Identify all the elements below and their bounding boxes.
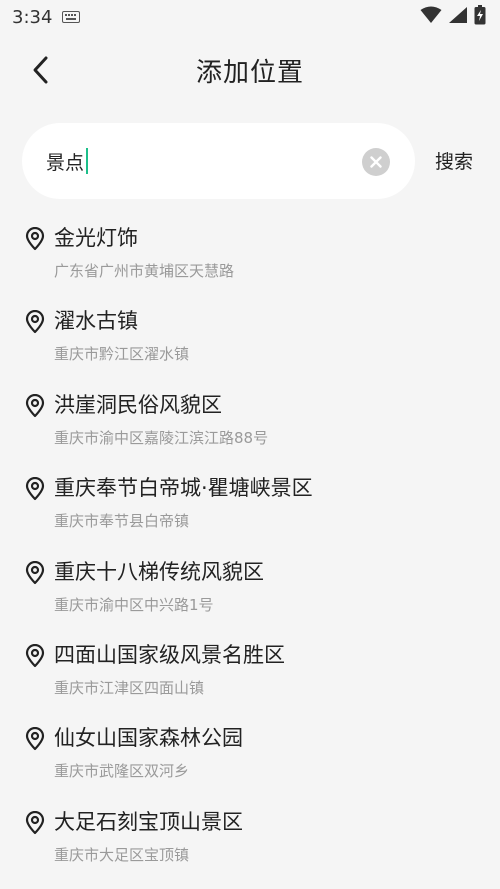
result-address: 重庆市渝中区中兴路1号 (54, 595, 214, 614)
search-input-value: 景点 (46, 151, 85, 174)
result-name: 四面山国家级风景名胜区 (54, 642, 285, 667)
search-input[interactable]: 景点 (22, 123, 415, 199)
location-pin-icon (24, 560, 46, 585)
keyboard-icon (62, 8, 81, 27)
battery-charging-icon (474, 5, 486, 29)
result-address: 广东省广州市黄埔区天慧路 (54, 262, 235, 280)
result-name: 金光灯饰 (54, 226, 138, 250)
result-name: 仙女山国家森林公园 (54, 726, 243, 751)
result-item[interactable]: 重庆十八梯传统风貌区重庆市渝中区中兴路1号 (24, 556, 484, 639)
search-button[interactable]: 搜索 (435, 147, 473, 174)
result-item[interactable]: 濯水古镇重庆市黔江区濯水镇 (24, 305, 484, 388)
result-name: 重庆十八梯传统风貌区 (54, 559, 264, 584)
result-item[interactable]: 洪崖洞民俗风貌区重庆市渝中区嘉陵江滨江路88号 (24, 389, 484, 472)
result-name: 濯水古镇 (54, 309, 138, 334)
header: 添加位置 (0, 34, 500, 110)
location-pin-icon (24, 810, 46, 835)
page-title: 添加位置 (195, 58, 304, 88)
status-bar: 3:34 (0, 0, 500, 34)
location-pin-icon (24, 310, 46, 334)
result-name: 重庆奉节白帝城·瞿塘峡景区 (54, 476, 313, 501)
result-list: 金光灯饰 广东省广州市黄埔区天慧路 濯水古镇 重庆市黔江区濯水镇 洪崖洞民俗风貌区 重庆市… (24, 222, 484, 889)
wifi-icon (420, 6, 442, 28)
result-item[interactable]: 金光灯饰广东省广州市黄埔区天慧路 (24, 222, 484, 305)
result-item[interactable]: 重庆奉节白帝城·瞿塘峡景区重庆市奉节县白帝镇 (24, 472, 484, 555)
result-name: 洪崖洞民俗风貌区 (54, 392, 222, 417)
location-pin-icon (24, 643, 46, 668)
signal-icon (448, 6, 468, 28)
location-pin-icon (24, 477, 46, 501)
result-address: 重庆市黔江区濯水镇 (54, 345, 190, 364)
result-name: 大足石刻宝顶山景区 (54, 809, 243, 834)
result-address: 重庆市大足区宝顶镇 (54, 845, 190, 864)
result-address: 重庆市渝中区嘉陵江滨江路88号 (54, 428, 269, 447)
text-cursor (86, 148, 89, 174)
location-pin-icon (24, 226, 46, 251)
result-address: 重庆市武隆区双河乡 (54, 762, 190, 781)
location-pin-icon (24, 727, 46, 751)
clear-button[interactable] (362, 148, 390, 176)
result-item[interactable]: 四面山国家级风景名胜区重庆市江津区四面山镇 (24, 639, 484, 722)
status-time: 3:34 (12, 6, 53, 28)
result-item[interactable]: 仙女山国家森林公园重庆市武隆区双河乡 (24, 722, 484, 805)
result-item[interactable]: 大足石刻宝顶山景区重庆市大足区宝顶镇 (24, 806, 484, 889)
result-address: 重庆市江津区四面山镇 (54, 678, 205, 697)
clear-icon (370, 153, 382, 172)
result-address: 重庆市奉节县白帝镇 (54, 512, 190, 531)
location-pin-icon (24, 393, 46, 418)
search-bar: 景点 搜索 (22, 123, 482, 199)
